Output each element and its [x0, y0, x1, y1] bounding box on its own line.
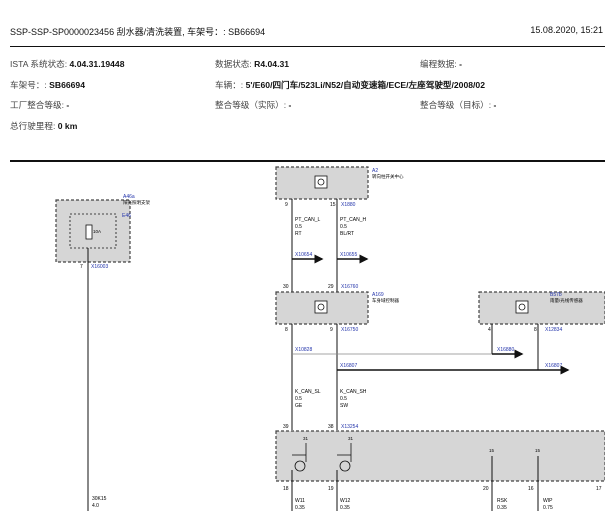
sub-pin-1: 31 — [303, 436, 309, 441]
a2-name: 转向柱开关中心 — [372, 173, 404, 180]
bottom-pin-5: 17 — [596, 486, 602, 492]
bottom-pin-1: 18 — [283, 486, 289, 492]
wiring-diagram: A46a 阳光照明支架 E46 10A 7 X16003 30K15 4.0 A… — [55, 166, 605, 511]
b57b-plug: X12834 — [545, 327, 562, 333]
wire-can-h-size: 0.5 — [340, 224, 347, 230]
factory-level: 工厂整合等级: - — [10, 100, 70, 110]
wire-can-l-name: PT_CAN_L — [295, 217, 321, 223]
low-pin-2: 38 — [328, 424, 334, 430]
module-b57b[interactable] — [478, 291, 605, 325]
b57b-unit-icon — [515, 300, 529, 314]
a46a-plug: X16003 — [91, 264, 108, 270]
conn-x10655: X10655 — [340, 252, 357, 258]
a169-name: 车身域控制器 — [372, 297, 399, 304]
mid-plug: X16760 — [341, 284, 358, 290]
module-wiper[interactable] — [275, 430, 605, 482]
header-rule — [10, 46, 605, 47]
bus-right-label: X16880 — [497, 347, 514, 353]
a46a-fuse: 10A — [93, 229, 101, 234]
mileage-field: 总行驶里程: 0 km — [10, 121, 78, 131]
sub-pin-2: 31 — [348, 436, 354, 441]
document-date: 15.08.2020, 15:21 — [530, 25, 603, 35]
bus-left-label: X10828 — [295, 347, 312, 353]
wire-can-l-size: 0.5 — [295, 224, 302, 230]
a2-plug: X1880 — [341, 202, 356, 208]
conn-x10654: X10654 — [295, 252, 312, 258]
wire-left-size: 4.0 — [92, 503, 99, 509]
wire-k-can-sh-name: K_CAN_SH — [340, 389, 367, 395]
document-title: SSP-SSP-SP0000023456 刮水器/清洗装置, 车架号：: SB6… — [10, 27, 266, 37]
bottom-pin-3: 20 — [483, 486, 489, 492]
actual-level: 整合等级（实际）: - — [215, 100, 292, 110]
fuse-icon — [85, 224, 93, 240]
wire-rsk-name: RSK — [497, 498, 508, 504]
a169-pin-2: 9 — [330, 327, 333, 333]
wire-k-can-sl-size: 0.5 — [295, 396, 302, 402]
wire-wip-name: WIP — [543, 498, 553, 504]
wire-rsk-size: 0.35 — [497, 505, 507, 511]
bus-left-label-2: X16807 — [340, 363, 357, 369]
b57b-pin-1: 4 — [488, 327, 491, 333]
b57b-pin-2: 8 — [534, 327, 537, 333]
wire-can-h-color: BL/RT — [340, 231, 354, 237]
vin-field: 车架号：: SB66694 — [10, 80, 85, 90]
a2-pin-1: 9 — [285, 202, 288, 208]
wire-left-name: 30K15 — [92, 496, 107, 502]
sub-pin-4: 15 — [535, 448, 541, 453]
a2-unit-icon — [314, 175, 328, 189]
a2-pin-2: 15 — [330, 202, 336, 208]
data-status: 数据状态: R4.04.31 — [215, 59, 290, 69]
target-level: 整合等级（目标）: - — [420, 100, 497, 110]
sub-pin-3: 15 — [489, 448, 495, 453]
bus-right-label-2: X16807 — [545, 363, 562, 369]
wire-w12-name: W12 — [340, 498, 351, 504]
vehicle-field: 车辆：: 5'/E60/四门车/523Li/N52/自动变速箱/ECE/左座驾驶… — [215, 80, 485, 90]
low-plug: X13254 — [341, 424, 358, 430]
a169-unit-icon — [314, 300, 328, 314]
a169-plug: X16750 — [341, 327, 358, 333]
wire-can-h-name: PT_CAN_H — [340, 217, 367, 223]
bottom-pin-4: 16 — [528, 486, 534, 492]
mid-pin-2: 29 — [328, 284, 334, 290]
a46a-name: 阳光照明支架 — [123, 199, 150, 206]
wire-w12-size: 0.35 — [340, 505, 350, 511]
a46a-pin: 7 — [80, 264, 83, 270]
a46a-conn: E46 — [122, 213, 131, 219]
a169-pin-1: 8 — [285, 327, 288, 333]
wire-k-can-sl-name: K_CAN_SL — [295, 389, 321, 395]
wire-w11-size: 0.35 — [295, 505, 305, 511]
ista-status: ISTA 系统状态: 4.04.31.19448 — [10, 59, 125, 69]
low-pin-1: 39 — [283, 424, 289, 430]
wire-w11-name: W11 — [295, 498, 305, 504]
wire-k-can-sh-size: 0.5 — [340, 396, 347, 402]
coding-data: 编程数据: - — [420, 59, 463, 69]
wire-wip-size: 0.75 — [543, 505, 553, 511]
mid-pin-1: 30 — [283, 284, 289, 290]
wire-k-can-sh-color: SW — [340, 403, 348, 409]
b57b-name: 雨量/光线传感器 — [550, 297, 583, 304]
wire-can-l-color: RT — [295, 231, 302, 237]
bottom-pin-2: 19 — [328, 486, 334, 492]
wire-k-can-sl-color: GE — [295, 403, 303, 409]
